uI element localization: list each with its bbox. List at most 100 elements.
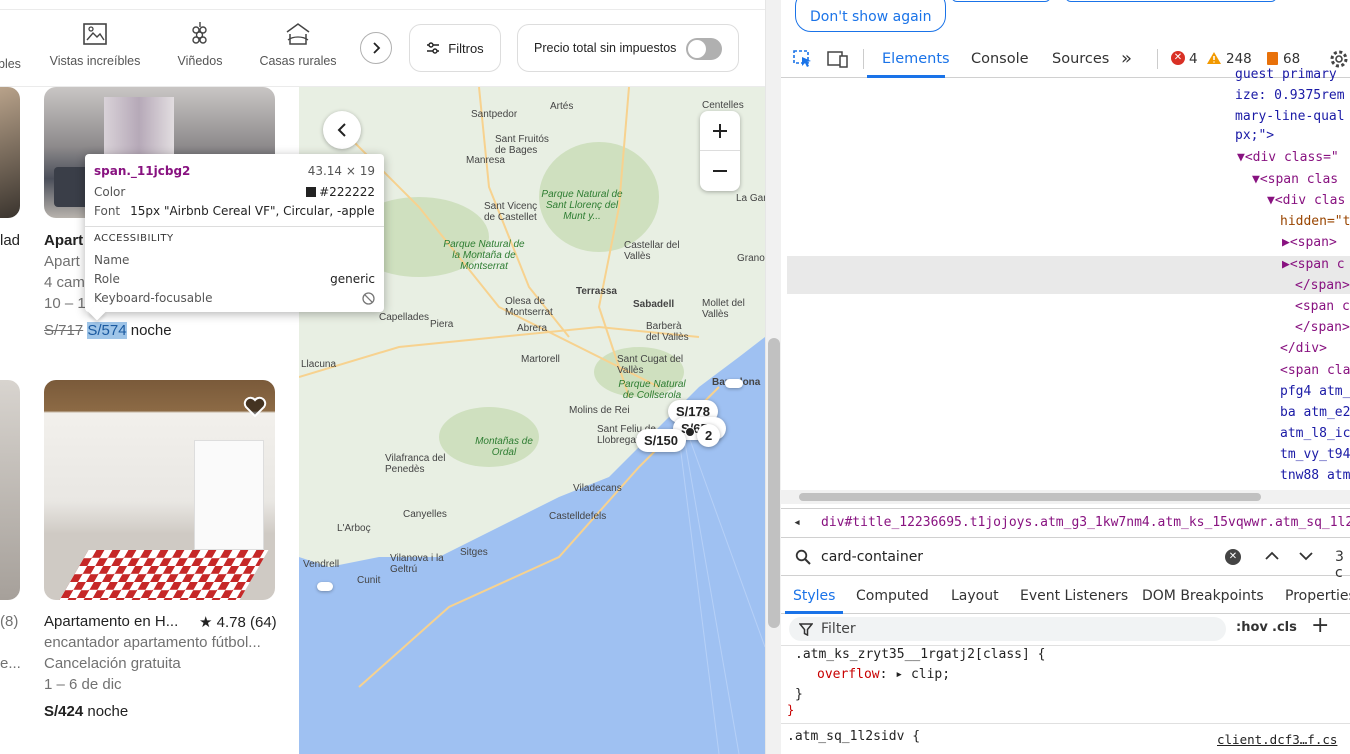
tab-console[interactable]: Console [971,40,1029,78]
error-icon[interactable]: ✕ [1171,51,1185,65]
category-partial[interactable]: bles [0,57,21,71]
code-line[interactable]: ize: 0.9375rem [1235,85,1345,106]
dont-show-again-button[interactable]: Don't show again [795,0,947,32]
map-dot-marker[interactable] [685,427,695,437]
banner-button-partial[interactable] [1065,0,1277,2]
new-style-rule-icon[interactable]: + [1311,613,1329,638]
code-line[interactable]: </span> [1295,275,1350,296]
inspect-element-icon[interactable] [793,50,813,68]
listing-price-row: S/424 noche [44,703,128,720]
code-line[interactable]: pfg4 atm_ [1280,381,1350,402]
tab-elements[interactable]: Elements [882,40,950,78]
map-town-label: Vilafranca del Penedès [385,453,446,475]
code-line[interactable]: ▶<span c [1282,254,1345,275]
map-town-label: Terrassa [576,286,617,297]
css-source-link[interactable]: client.dcf3…f.cs [1217,729,1337,750]
chevron-down-icon[interactable] [1299,551,1313,561]
map-park-label: Parque Natural de Collserola [618,379,686,401]
next-categories-button[interactable] [360,32,392,64]
zoom-out-button[interactable] [700,151,740,191]
code-line[interactable]: </div> [1280,338,1327,359]
code-line[interactable]: </span> [1295,317,1350,338]
tab-computed[interactable]: Computed [856,578,929,614]
tab-dom-breakpoints[interactable]: DOM Breakpoints [1142,578,1264,614]
map-town-label: Canyelles [403,509,447,520]
listing-desc-partial: e... [0,655,21,672]
code-line[interactable]: ▼<div clas [1267,190,1345,211]
map-town-label: Granollers [737,253,765,264]
code-line[interactable]: atm_l8_ic [1280,423,1350,444]
active-tab-indicator [785,611,843,614]
css-declaration[interactable]: overflow: ▸ clip; [817,664,950,685]
devtools-panel: Don't show again Elements Console Source… [781,0,1350,754]
code-line[interactable]: ▼<span clas [1252,169,1338,190]
category-vinedos[interactable]: Viñedos [172,20,228,68]
price-toggle-box[interactable]: Precio total sin impuestos [517,24,739,72]
elements-hscrollbar[interactable] [781,490,1350,504]
listing-title: Apartamento en H... [44,613,179,630]
map-marker[interactable] [725,379,743,388]
listing-rating-partial: (8) [0,613,19,630]
warning-icon[interactable] [1206,51,1222,65]
css-rule-selector[interactable]: .atm_ks_zryt35__1rgatj2[class] { [795,644,1045,665]
zoom-in-button[interactable] [700,111,740,151]
styles-filter-input[interactable]: Filter [789,617,1226,641]
code-line[interactable]: hidden="t [1280,211,1350,232]
filters-label: Filtros [448,40,484,56]
search-input[interactable]: card-container [821,549,923,565]
chevron-up-icon[interactable] [1265,551,1279,561]
map-park-label: Montañas de Ordal [475,436,533,458]
map-town-label: Vendrell [303,559,340,570]
price-toggle-switch[interactable] [686,38,722,60]
code-line[interactable]: ▼<div class=" [1237,147,1339,168]
code-line[interactable]: <span c [1295,296,1350,317]
airbnb-page: bles Vistas increíbles Viñedos Casas rur… [0,0,765,754]
code-line[interactable]: px;"> [1235,125,1274,146]
code-line[interactable]: tnw88 atm [1280,465,1350,486]
tab-styles[interactable]: Styles [793,578,835,614]
code-line[interactable]: <span cla [1280,360,1350,381]
map-town-label: Manresa [466,155,505,166]
filters-button[interactable]: Filtros [409,24,501,72]
tooltip-font-value: 15px "Airbnb Cereal VF", Circular, -appl… [130,204,375,218]
listing-photo-partial[interactable] [0,87,20,218]
listing-old-price: S/717 [44,322,84,339]
collapse-map-button[interactable] [323,111,361,149]
code-line[interactable]: ba atm_e2 [1280,402,1350,423]
category-label: bles [0,57,21,71]
tab-layout[interactable]: Layout [951,578,999,614]
tab-properties[interactable]: Properties [1285,578,1350,614]
map-marker[interactable] [317,582,333,591]
hov-toggle[interactable]: :hov [1236,620,1268,635]
grapes-icon [192,22,207,44]
code-line[interactable]: ▶<span> [1282,232,1337,253]
divider [0,9,765,10]
cls-toggle[interactable]: .cls [1272,620,1297,635]
code-line[interactable]: tm_vy_t94 [1280,444,1350,465]
listing-photo[interactable] [44,380,275,600]
category-vistas[interactable]: Vistas increíbles [47,20,143,68]
map-town-label: Molins de Rei [569,405,630,416]
filter-placeholder: Filter [821,621,856,637]
map-town-label: Castelldefels [549,511,607,522]
breadcrumb-item[interactable]: div#title_12236695.t1jojoys.atm_g3_1kw7n… [821,509,1350,537]
more-tabs-icon[interactable]: » [1121,40,1132,78]
tab-sources[interactable]: Sources [1052,40,1109,78]
code-line[interactable]: mary-line-qual [1235,106,1345,127]
scrollbar-thumb[interactable] [768,338,780,628]
device-toolbar-icon[interactable] [827,50,849,68]
listing-description: encantador apartamento fútbol... [44,634,261,651]
map-town-label: Olesa de Montserrat [505,296,553,318]
category-casas-rurales[interactable]: Casas rurales [258,20,338,68]
heart-icon[interactable] [243,396,267,418]
tab-event-listeners[interactable]: Event Listeners [1020,578,1128,614]
page-scrollbar[interactable] [765,0,781,754]
code-line[interactable]: guest primary [1235,64,1337,85]
scrollbar-thumb[interactable] [799,493,1261,501]
listing-photo-partial[interactable] [0,380,20,600]
css-rule-selector[interactable]: .atm_sq_1l2sidv { [787,726,920,747]
clear-search-icon[interactable]: ✕ [1225,549,1241,565]
caret-left-icon[interactable]: ◂ [787,509,807,537]
banner-button-partial[interactable] [951,0,1051,2]
price-pin[interactable]: S/150 [636,429,686,452]
